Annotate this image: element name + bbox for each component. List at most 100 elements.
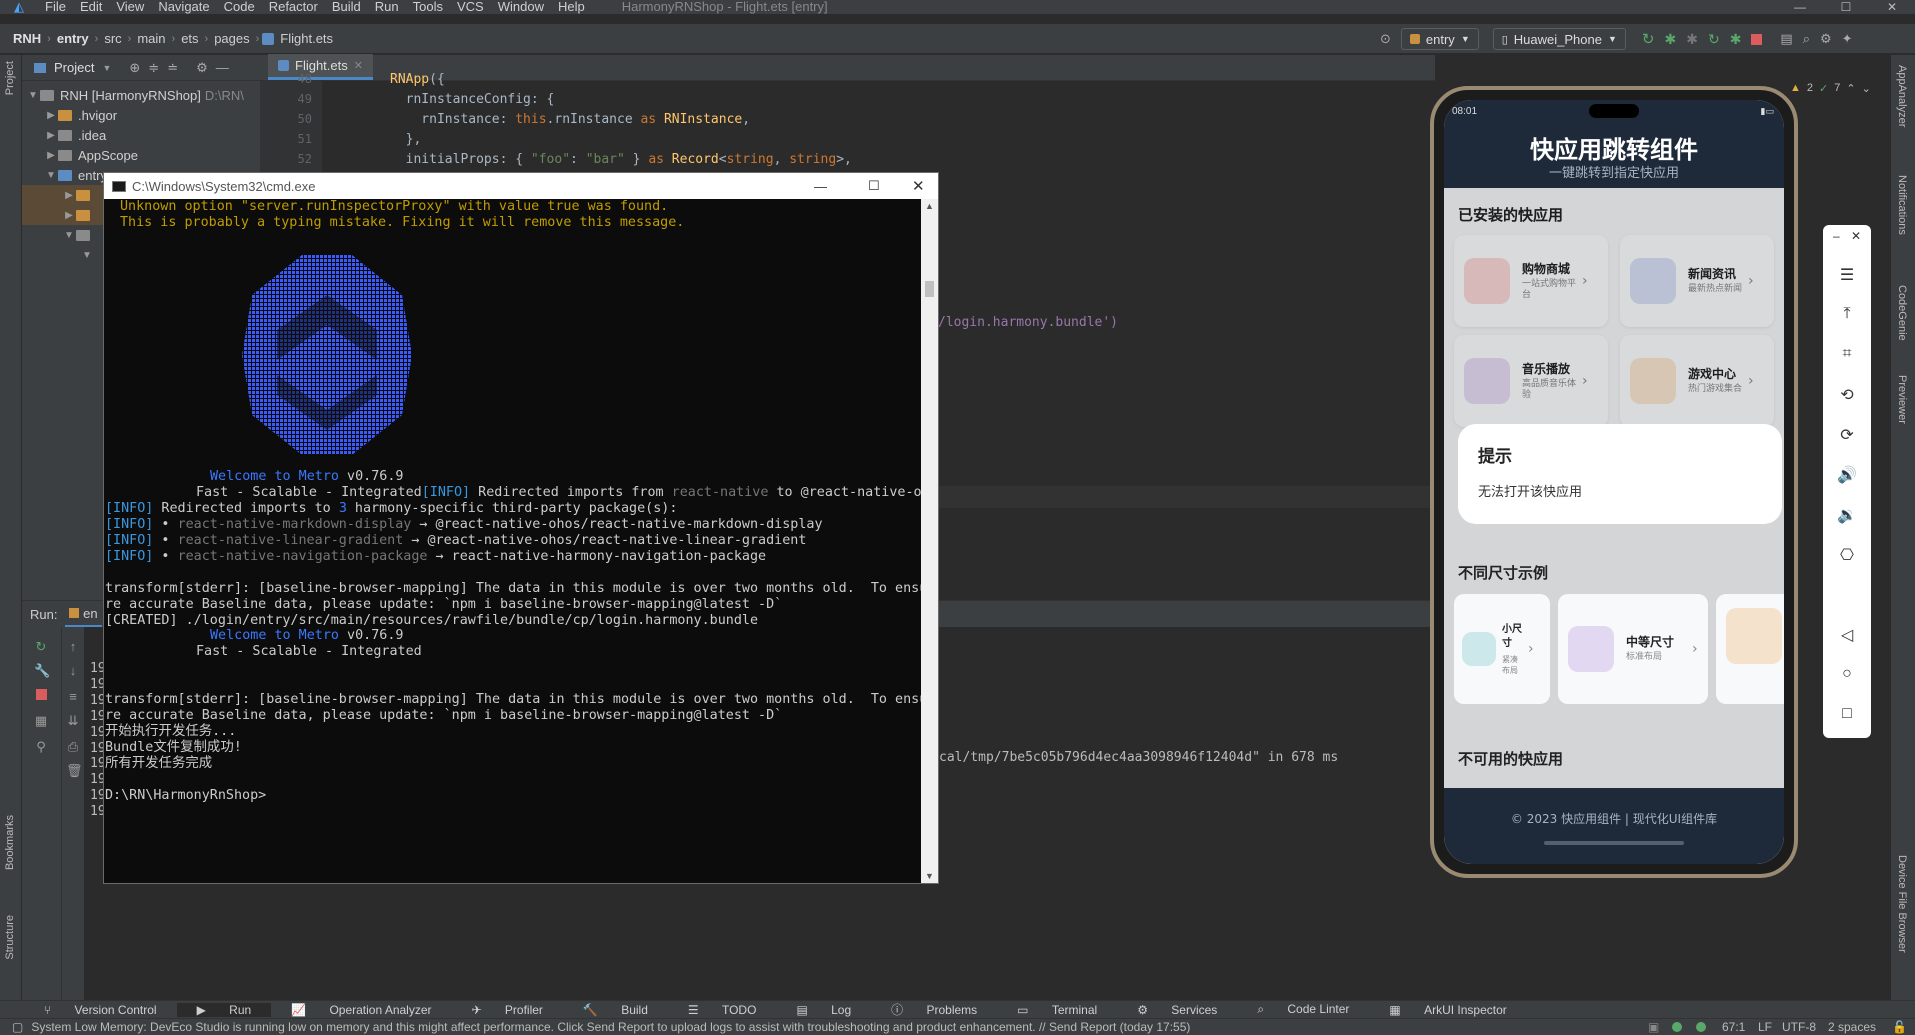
apply-changes-icon[interactable]: ↻ [1708, 31, 1720, 48]
project-tool-tab[interactable]: Project [4, 61, 16, 95]
menu-run[interactable]: Run [368, 0, 406, 14]
gear-icon[interactable]: ⚙ [196, 60, 208, 76]
file-encoding[interactable]: UTF-8 [1782, 1020, 1816, 1034]
previewer-tool-tab[interactable]: Previewer [1896, 375, 1908, 424]
menu-tools[interactable]: Tools [406, 0, 450, 14]
tab-version-control[interactable]: ⑂ Version Control [0, 1003, 177, 1017]
menu-build[interactable]: Build [325, 0, 368, 14]
cmd-prompt[interactable]: D:\RN\HarmonyRnShop> [105, 788, 266, 803]
appanalyzer-tool-tab[interactable]: AppAnalyzer [1896, 65, 1908, 127]
rotate-right-icon[interactable]: ⟳ [1823, 425, 1871, 445]
gear-icon[interactable]: ⚙ [1820, 31, 1832, 47]
bookmarks-tool-tab[interactable]: Bookmarks [4, 815, 16, 870]
lock-icon[interactable]: 🔓 [1892, 1020, 1907, 1034]
close-icon[interactable]: ✕ [912, 177, 925, 195]
app-card-medium[interactable]: 中等尺寸 标准布局 › [1558, 594, 1708, 704]
app-card-large[interactable] [1716, 594, 1784, 704]
breadcrumb-item[interactable]: entry [54, 31, 92, 46]
menu-help[interactable]: Help [551, 0, 592, 14]
expand-all-icon[interactable]: ≑ [148, 60, 159, 76]
menu-icon[interactable]: ☰ [1823, 265, 1871, 285]
volume-up-icon[interactable]: 🔊 [1823, 465, 1871, 485]
inspection-indicator[interactable]: ▲ 2 ✓ 7 ⌃ ⌄ [1790, 82, 1871, 95]
minimize-icon[interactable]: — [1777, 0, 1823, 14]
app-card-small[interactable]: 小尺寸 紧凑布局 › [1454, 594, 1550, 704]
menu-window[interactable]: Window [491, 0, 551, 14]
scroll-down-icon[interactable]: ▼ [921, 871, 938, 881]
status-message[interactable]: System Low Memory: DevEco Studio is runn… [31, 1020, 1631, 1034]
codegenie-tool-tab[interactable]: CodeGenie [1896, 285, 1908, 341]
home-icon[interactable]: ○ [1823, 665, 1871, 683]
arrow-up-icon[interactable]: ↑ [66, 639, 80, 654]
menu-vcs[interactable]: VCS [450, 0, 491, 14]
maximize-icon[interactable]: ☐ [868, 178, 880, 194]
rotate-left-icon[interactable]: ⟲ [1823, 385, 1871, 405]
breadcrumb-item[interactable]: main [134, 31, 168, 46]
tab-run[interactable]: ▶ Run [176, 1002, 272, 1017]
maximize-icon[interactable]: ☐ [1823, 0, 1869, 14]
device-screen[interactable]: 08:01 ▮▭ 快应用跳转组件 一键跳转到指定快应用 已安装的快应用 购物商城… [1444, 100, 1784, 864]
tab-profiler[interactable]: ✈ Profiler [452, 1003, 563, 1017]
pin-icon[interactable]: ⚲ [34, 739, 48, 754]
menu-file[interactable]: File [38, 0, 73, 14]
breadcrumb-item[interactable]: src [101, 31, 124, 46]
tab-build[interactable]: 🔨 Build [563, 1003, 668, 1017]
tree-item-root[interactable]: ▼ RNH [HarmonyRNShop] D:\RN\ [22, 85, 260, 105]
alert-dialog[interactable]: 提示 无法打开该快应用 [1458, 424, 1782, 524]
tree-item-hvigor[interactable]: ▶ .hvigor [22, 105, 260, 125]
hide-icon[interactable]: — [216, 60, 229, 75]
recents-icon[interactable]: □ [1823, 705, 1871, 723]
structure-tool-tab[interactable]: Structure [4, 915, 16, 960]
cmd-scrollbar[interactable]: ▲ ▼ [921, 199, 938, 883]
close-icon[interactable]: ✕ [354, 59, 363, 72]
tab-services[interactable]: ⚙ Services [1117, 1003, 1237, 1017]
target-icon[interactable]: ⊙ [1380, 31, 1391, 47]
layout-icon[interactable]: ▦ [34, 713, 48, 728]
project-view-select[interactable]: Project [54, 60, 94, 75]
status-toggle-icon[interactable]: ▢ [0, 1020, 31, 1034]
arrow-down-icon[interactable]: ↓ [66, 663, 80, 678]
rerun-icon[interactable]: ↻ [1642, 30, 1655, 48]
debug-icon[interactable]: ✱ [1664, 31, 1676, 48]
trash-icon[interactable]: 🗑 [66, 763, 83, 778]
collapse-all-icon[interactable]: ≐ [167, 60, 178, 76]
notifications-tool-tab[interactable]: Notifications [1896, 175, 1908, 235]
tab-problems[interactable]: ⓘ Problems [871, 1001, 997, 1018]
back-icon[interactable]: ◁ [1823, 625, 1871, 645]
menu-code[interactable]: Code [217, 0, 262, 14]
scroll-to-end-icon[interactable]: ⇊ [66, 713, 80, 728]
chevron-down-icon[interactable]: ⌄ [1862, 82, 1871, 95]
code-fragment[interactable]: /login.harmony.bundle') [938, 313, 1118, 333]
caret-down-icon[interactable]: ▼ [102, 63, 111, 73]
tab-todo[interactable]: ☰ TODO [668, 1003, 777, 1017]
menu-edit[interactable]: Edit [73, 0, 109, 14]
wrench-icon[interactable]: 🔧 [34, 663, 50, 678]
close-icon[interactable]: ✕ [1823, 229, 1871, 243]
rerun-icon[interactable]: ↻ [34, 639, 48, 654]
stop-icon[interactable] [1751, 33, 1763, 45]
tab-operation-analyzer[interactable]: 📈 Operation Analyzer [271, 1003, 451, 1017]
crop-icon[interactable]: ⌗ [1823, 345, 1871, 363]
menu-navigate[interactable]: Navigate [151, 0, 216, 14]
cmd-window[interactable]: C:\Windows\System32\cmd.exe — ☐ ✕ Unknow… [103, 172, 939, 884]
search-icon[interactable]: ⌕ [1803, 31, 1810, 47]
locate-icon[interactable]: ⊕ [129, 60, 140, 76]
menu-view[interactable]: View [109, 0, 151, 14]
tree-item-appscope[interactable]: ▶ AppScope [22, 145, 260, 165]
tab-log[interactable]: ▤ Log [776, 1003, 871, 1017]
minimize-icon[interactable]: — [814, 179, 827, 194]
breadcrumb-item[interactable]: ets [178, 31, 201, 46]
breadcrumb-item[interactable]: pages [211, 31, 252, 46]
device-manager-icon[interactable]: ▤ [1780, 31, 1792, 47]
close-icon[interactable]: ✕ [1869, 0, 1915, 14]
soft-wrap-icon[interactable]: ≡ [66, 689, 80, 704]
indent-setting[interactable]: 2 spaces [1828, 1020, 1876, 1034]
stop-icon[interactable] [36, 689, 47, 700]
tree-item-idea[interactable]: ▶ .idea [22, 125, 260, 145]
breadcrumb-item[interactable]: Flight.ets [277, 31, 336, 46]
profile-icon[interactable]: ✱ [1730, 31, 1742, 48]
codegenie-icon[interactable]: ✦ [1842, 31, 1853, 47]
device-select[interactable]: ▯ Huawei_Phone ▼ [1492, 28, 1626, 50]
scroll-up-icon[interactable]: ▲ [921, 201, 938, 211]
run-tab[interactable]: en [65, 602, 102, 627]
